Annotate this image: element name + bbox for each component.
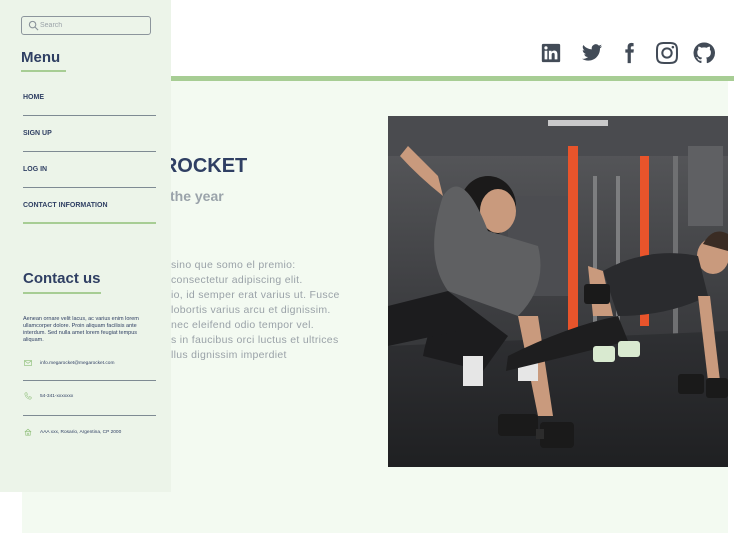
- menu-divider: [23, 115, 156, 116]
- contact-phone-text: 54-341-xxxxxxx: [40, 393, 74, 399]
- menu-item-log-in[interactable]: LOG IN: [23, 166, 156, 173]
- linkedin-icon[interactable]: [539, 41, 563, 65]
- hero-text-line: lobortis varius arcu et dignissim.: [171, 304, 331, 316]
- mail-icon: [23, 359, 32, 368]
- hero-text-line: s in faucibus orci luctus et ultrices: [171, 334, 339, 346]
- phone-icon: [23, 392, 32, 401]
- menu-title-underline: [21, 70, 66, 72]
- menu-title: Menu: [21, 49, 61, 66]
- hero-text-line: consectetur adipiscing elit.: [171, 274, 303, 286]
- contact-divider: [23, 380, 156, 381]
- hero-text-line: io, id semper erat varius ut. Fusce: [171, 289, 340, 301]
- home-icon: [23, 428, 32, 437]
- menu-item-sign-up[interactable]: SIGN UP: [23, 130, 156, 137]
- gym-photo-illustration: [388, 116, 728, 467]
- hero-text-line: sino que somo el premio:: [171, 259, 296, 271]
- instagram-icon[interactable]: [655, 41, 679, 65]
- menu-item-contact-information[interactable]: CONTACT INFORMATION: [23, 202, 156, 209]
- menu-divider: [23, 151, 156, 152]
- contact-email-text: info.megarocket@megarocket.com: [40, 360, 115, 366]
- gym-photo: [388, 116, 728, 467]
- contact-phone[interactable]: 54-341-xxxxxxx: [23, 390, 156, 402]
- contact-address-text: AAA xxx, Rosario, Argentina, CP 2000: [40, 429, 122, 435]
- menu-divider: [23, 222, 156, 224]
- hero-text-line: llus dignissim imperdiet: [171, 349, 287, 361]
- facebook-icon[interactable]: [617, 41, 641, 65]
- twitter-icon[interactable]: [580, 41, 604, 65]
- contact-title: Contact us: [23, 270, 101, 287]
- contact-address[interactable]: AAA xxx, Rosario, Argentina, CP 2000: [23, 426, 156, 438]
- contact-email[interactable]: info.megarocket@megarocket.com: [23, 357, 156, 369]
- search-box[interactable]: [21, 16, 151, 35]
- menu-divider: [23, 187, 156, 188]
- menu-item-home[interactable]: HOME: [23, 94, 156, 101]
- contact-divider: [23, 415, 156, 416]
- search-input[interactable]: [40, 18, 148, 33]
- search-icon: [28, 20, 39, 31]
- contact-description: Aenean ornare velit lacus, ac varius eni…: [23, 316, 139, 343]
- contact-title-underline: [23, 292, 101, 294]
- sidebar: Menu HOME SIGN UP LOG IN CONTACT INFORMA…: [0, 0, 171, 492]
- github-icon[interactable]: [692, 41, 716, 65]
- hero-text-line: nec eleifend odio tempor vel.: [171, 319, 314, 331]
